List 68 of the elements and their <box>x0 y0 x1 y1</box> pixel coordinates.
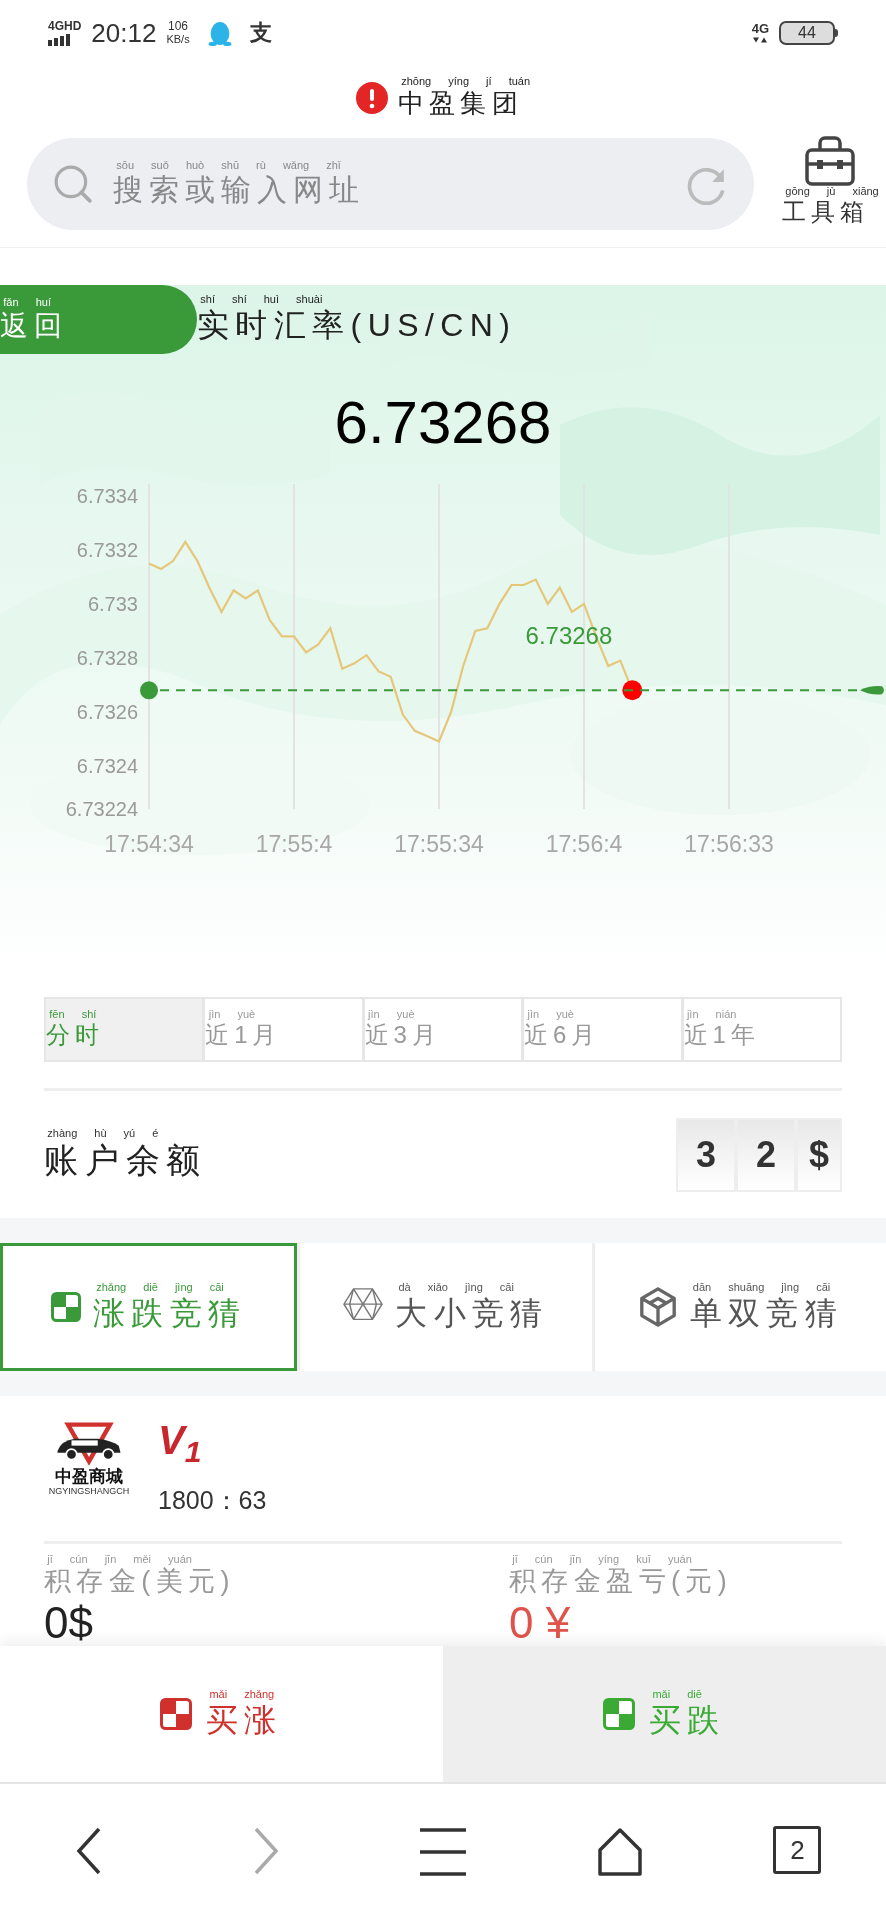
pinyin-text: jī cún jīn měi yuán <box>46 1554 192 1565</box>
axis-label: 17:56:33 <box>684 831 774 857</box>
stat-value: 0 ¥ <box>509 1600 571 1645</box>
start-point <box>140 681 158 700</box>
pinyin-text: zhàng hù yú é <box>46 1127 159 1139</box>
rate-title: 实时汇率(US/CN) <box>197 306 517 345</box>
cube-icon <box>637 1287 678 1327</box>
axis-label: 17:54:34 <box>104 831 194 857</box>
axis-label: 6.7332 <box>76 538 138 561</box>
trade-button[interactable]: mǎi zhǎng 买涨 <box>0 1646 443 1782</box>
balance-digit: 3 <box>678 1119 734 1190</box>
checker-icon <box>50 1292 81 1322</box>
data-arrows-icon <box>753 37 768 43</box>
logo-subtitle: NGYINGSHANGCH <box>48 1487 130 1497</box>
signal-icon <box>48 33 70 46</box>
stat-label: 积存金(美元) <box>44 1565 235 1598</box>
menu-icon <box>419 1826 467 1878</box>
axis-label: 17:55:4 <box>255 831 333 857</box>
pointer-icon <box>860 686 884 695</box>
axis-label: 6.7334 <box>76 485 138 507</box>
period-tab[interactable]: jìn yuè 近3月 <box>364 999 522 1060</box>
battery-tip <box>835 28 838 37</box>
pinyin-text: jī cún jīn yíng kuī yuán <box>511 1554 692 1565</box>
logo-text: 中盈商城 <box>55 1466 123 1488</box>
balance-label: 账户余额 <box>44 1139 208 1181</box>
clock-time: 20:12 <box>91 19 157 46</box>
toolbox-icon <box>804 136 857 186</box>
network-label: 4G <box>751 22 769 35</box>
axis-label: 6.7326 <box>76 700 138 723</box>
axis-label: 17:55:34 <box>394 831 484 857</box>
chevron-icon <box>75 1826 102 1876</box>
pinyin-text: zhōng yíng jí tuán <box>400 75 531 87</box>
speed-value: 106 <box>168 20 189 32</box>
site-title: 中盈集团 <box>397 87 523 120</box>
stat-value: 0$ <box>44 1600 93 1645</box>
search-icon <box>53 164 93 204</box>
balance-digit: 2 <box>738 1119 794 1190</box>
home-icon <box>596 1826 645 1878</box>
rate-value: 6.73268 <box>334 393 552 453</box>
period-tab[interactable]: jìn nián 近1年 <box>683 999 841 1060</box>
tabs-button[interactable]: 2 <box>708 1826 886 1874</box>
axis-label: 6.7328 <box>76 646 138 669</box>
axis-label: 6.73224 <box>65 798 138 820</box>
balance-digit: $ <box>798 1119 840 1190</box>
axis-label: 6.733 <box>87 592 138 615</box>
chevron-icon <box>252 1826 279 1876</box>
battery-level: 44 <box>779 20 835 45</box>
app-glyph: 支 <box>249 19 272 47</box>
network-label: 4GHD <box>48 19 82 32</box>
period-tab[interactable]: jìn yuè 近6月 <box>524 999 681 1060</box>
game-tab[interactable]: dà xiǎo jìng cāi 大小竞猜 <box>300 1243 592 1371</box>
toolbox-button[interactable]: gōng jù xiāng 工具箱 <box>782 136 879 227</box>
current-point <box>622 680 643 701</box>
game-tab[interactable]: dān shuāng jìng cāi 单双竞猜 <box>594 1243 886 1371</box>
search-field[interactable]: sōu suǒ huò shū rù wǎng zhǐ 搜索或输入网址 <box>27 138 754 230</box>
stat-label: 积存金盈亏(元) <box>509 1565 733 1598</box>
speed-unit: KB/s <box>166 34 190 45</box>
period-tab[interactable]: fēn shí 分时 <box>46 999 203 1060</box>
axis-label: 17:56:4 <box>545 831 623 857</box>
trade-button[interactable]: mǎi diē 买跌 <box>443 1646 886 1782</box>
ratio-text: 1800：63 <box>158 1485 267 1516</box>
back-button[interactable]: fǎn huí 返回 <box>0 285 197 354</box>
period-tab[interactable]: jìn yuè 近1月 <box>205 999 362 1060</box>
pinyin-text: shí shí huì shuài <box>199 294 323 305</box>
game-tab[interactable]: zhǎng diē jìng cāi 涨跌竞猜 <box>0 1243 298 1371</box>
axis-label: 6.7324 <box>76 754 138 777</box>
level-label: V$_{1}$ <box>158 1420 203 1460</box>
alert-icon[interactable] <box>355 81 388 114</box>
